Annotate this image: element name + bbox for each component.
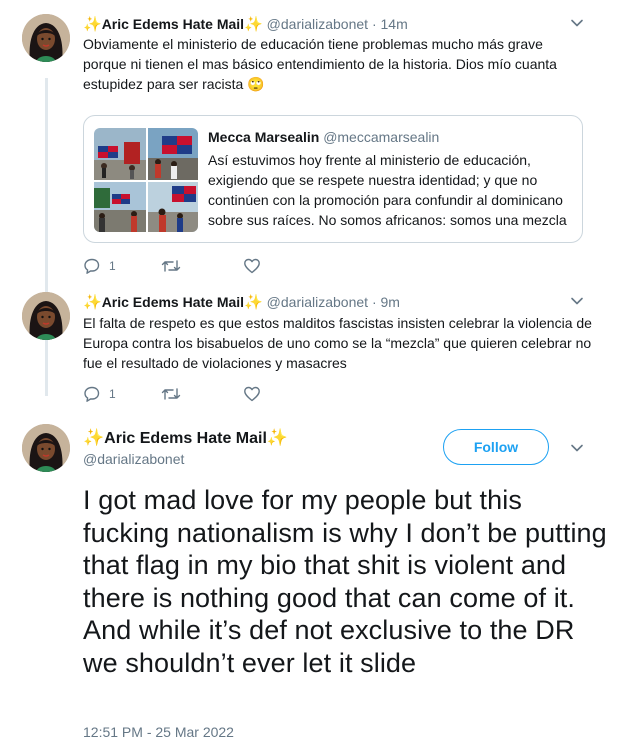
quoted-display-name[interactable]: Mecca Marsealin: [208, 129, 319, 145]
protest-photo-3: [94, 182, 146, 232]
protest-photo-1: [94, 128, 146, 180]
avatar-illustration: [22, 424, 70, 472]
avatar-illustration: [22, 292, 70, 340]
sparkle-emoji: ✨: [244, 16, 263, 33]
separator-dot: ·: [371, 294, 377, 310]
separator-dot: ·: [371, 16, 377, 32]
quoted-tweet-header: Mecca Marsealin @meccamarsealin: [208, 128, 439, 146]
reply-icon: [84, 258, 100, 274]
tweet-time[interactable]: 9m: [381, 294, 400, 310]
retweet-icon: [161, 260, 181, 272]
reply-action[interactable]: 1: [83, 256, 116, 276]
quoted-photo[interactable]: [148, 182, 198, 232]
quoted-media-grid[interactable]: [94, 128, 198, 232]
quoted-photo[interactable]: [94, 128, 146, 180]
like-action[interactable]: [243, 256, 261, 276]
tweet-actions: 1: [83, 384, 283, 404]
chevron-down-icon[interactable]: [570, 294, 584, 308]
quoted-user-handle[interactable]: @meccamarsealin: [323, 129, 439, 145]
thread-tweet-1[interactable]: ✨Aric Edems Hate Mail✨ @darializabonet ·…: [0, 14, 636, 284]
protest-photo-4: [148, 182, 198, 232]
tweet-time[interactable]: 14m: [381, 16, 408, 32]
thread-tweet-2[interactable]: ✨Aric Edems Hate Mail✨ @darializabonet ·…: [0, 292, 636, 412]
avatar-illustration: [22, 14, 70, 62]
quoted-photo[interactable]: [94, 182, 146, 232]
tweet-timestamp[interactable]: 12:51 PM - 25 Mar 2022: [83, 724, 234, 740]
retweet-icon: [161, 388, 181, 400]
heart-icon: [244, 258, 260, 274]
sparkle-emoji: ✨: [266, 428, 289, 447]
display-name[interactable]: ✨Aric Edems Hate Mail✨: [83, 428, 288, 448]
main-tweet-text: I got mad love for my people but this fu…: [83, 485, 607, 678]
protest-photo-2: [148, 128, 198, 180]
quoted-photo[interactable]: [148, 128, 198, 180]
quoted-tweet-text: Así estuvimos hoy frente al ministerio d…: [208, 152, 567, 228]
user-handle[interactable]: @darializabonet: [83, 451, 184, 467]
sparkle-emoji: ✨: [244, 294, 263, 311]
tweet-header: ✨Aric Edems Hate Mail✨ @darializabonet ·…: [83, 15, 408, 34]
chevron-down-icon[interactable]: [570, 16, 584, 30]
tweet-text: El falta de respeto es que estos maldito…: [83, 315, 592, 371]
heart-icon: [244, 386, 260, 402]
retweet-action[interactable]: [161, 384, 181, 404]
avatar[interactable]: [22, 424, 70, 472]
display-name[interactable]: Aric Edems Hate Mail: [102, 294, 244, 310]
avatar[interactable]: [22, 14, 70, 62]
tweet-actions: 1: [83, 256, 283, 276]
display-name-text: Aric Edems Hate Mail: [104, 430, 267, 447]
quoted-tweet[interactable]: Mecca Marsealin @meccamarsealin Así estu…: [83, 115, 583, 243]
sparkle-emoji: ✨: [83, 294, 102, 311]
tweet-header: ✨Aric Edems Hate Mail✨ @darializabonet ·…: [83, 293, 400, 312]
reply-icon: [84, 386, 100, 402]
user-handle[interactable]: @darializabonet: [267, 16, 368, 32]
tweet-text: Obviamente el ministerio de educación ti…: [83, 36, 557, 92]
avatar[interactable]: [22, 292, 70, 340]
reply-count: 1: [109, 259, 116, 273]
retweet-action[interactable]: [161, 256, 181, 276]
display-name[interactable]: Aric Edems Hate Mail: [102, 16, 244, 32]
sparkle-emoji: ✨: [83, 16, 102, 33]
sparkle-emoji: ✨: [83, 428, 105, 447]
chevron-down-icon[interactable]: [570, 441, 584, 455]
user-handle[interactable]: @darializabonet: [267, 294, 368, 310]
reply-action[interactable]: 1: [83, 384, 116, 404]
follow-button[interactable]: Follow: [443, 429, 549, 465]
like-action[interactable]: [243, 384, 261, 404]
reply-count: 1: [109, 387, 116, 401]
